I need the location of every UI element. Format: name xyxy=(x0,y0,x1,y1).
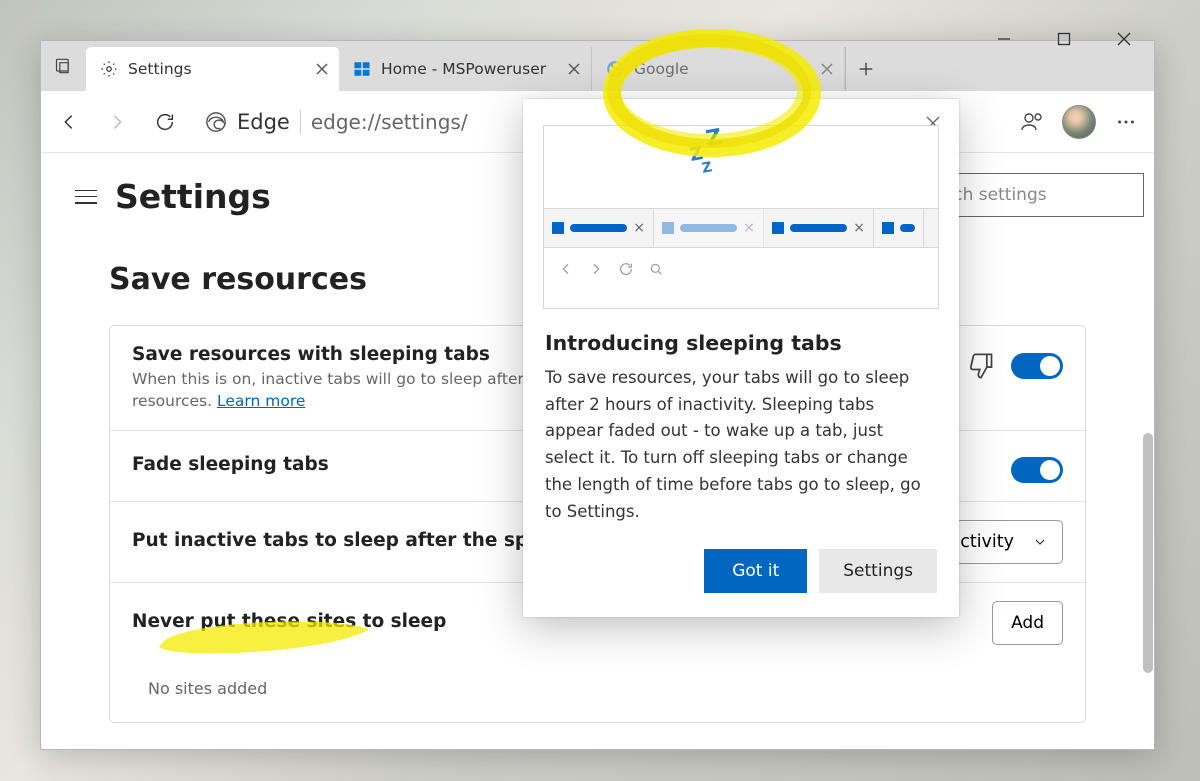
tab-label: Settings xyxy=(128,60,305,78)
divider xyxy=(300,110,301,134)
maximize-button[interactable] xyxy=(1034,19,1094,59)
callout-illustration: Z Z Z Z × × × xyxy=(543,125,939,309)
close-window-button[interactable] xyxy=(1094,19,1154,59)
settings-button[interactable]: Settings xyxy=(819,549,937,593)
minimize-button[interactable] xyxy=(974,19,1034,59)
add-site-button[interactable]: Add xyxy=(992,601,1063,645)
close-icon[interactable] xyxy=(820,62,834,76)
no-sites-text: No sites added xyxy=(110,663,1085,722)
tab-label: Home - MSPoweruser xyxy=(381,60,557,78)
setting-label: Fade sleeping tabs xyxy=(132,454,329,475)
edge-icon xyxy=(205,111,227,133)
scrollbar-thumb[interactable] xyxy=(1143,433,1153,673)
callout-actions: Got it Settings xyxy=(523,525,959,593)
learn-more-link[interactable]: Learn more xyxy=(217,392,305,410)
refresh-button[interactable] xyxy=(145,102,185,142)
avatar[interactable] xyxy=(1062,105,1096,139)
tab-settings[interactable]: Settings xyxy=(86,47,339,91)
windows-icon xyxy=(353,60,371,78)
new-tab-button[interactable] xyxy=(845,47,885,91)
callout-title: Introducing sleeping tabs xyxy=(523,309,959,365)
gear-icon xyxy=(100,60,118,78)
callout-body: To save resources, your tabs will go to … xyxy=(523,365,959,525)
tab-google[interactable]: Google xyxy=(592,47,845,91)
title-bar: Settings Home - MSPoweruser Google xyxy=(41,41,1154,91)
tab-strip: Settings Home - MSPoweruser Google xyxy=(86,47,845,91)
thumbs-down-icon[interactable] xyxy=(967,352,995,380)
tab-actions-button[interactable] xyxy=(41,41,86,91)
chevron-down-icon xyxy=(1032,534,1048,550)
google-icon xyxy=(606,60,624,78)
back-button[interactable] xyxy=(49,102,89,142)
forward-button[interactable] xyxy=(97,102,137,142)
toggle-fade-tabs[interactable] xyxy=(1011,457,1063,483)
page-title: Settings xyxy=(115,177,271,216)
got-it-button[interactable]: Got it xyxy=(704,549,807,593)
close-icon[interactable] xyxy=(315,62,329,76)
sleeping-tabs-callout: Z Z Z Z × × × Introducing sleeping tabs … xyxy=(523,99,959,617)
toolbar-right xyxy=(1012,102,1146,142)
hamburger-icon[interactable] xyxy=(75,190,97,204)
feedback-icon[interactable] xyxy=(1012,102,1052,142)
url-text: edge://settings/ xyxy=(311,110,468,134)
browser-window: Settings Home - MSPoweruser Google xyxy=(40,40,1155,750)
tab-label: Google xyxy=(634,60,810,78)
more-menu-icon[interactable] xyxy=(1106,102,1146,142)
tab-mspoweruser[interactable]: Home - MSPoweruser xyxy=(339,47,592,91)
close-icon[interactable] xyxy=(567,62,581,76)
toggle-sleeping-tabs[interactable] xyxy=(1011,353,1063,379)
site-identity: Edge xyxy=(237,110,290,134)
window-controls xyxy=(974,41,1154,91)
